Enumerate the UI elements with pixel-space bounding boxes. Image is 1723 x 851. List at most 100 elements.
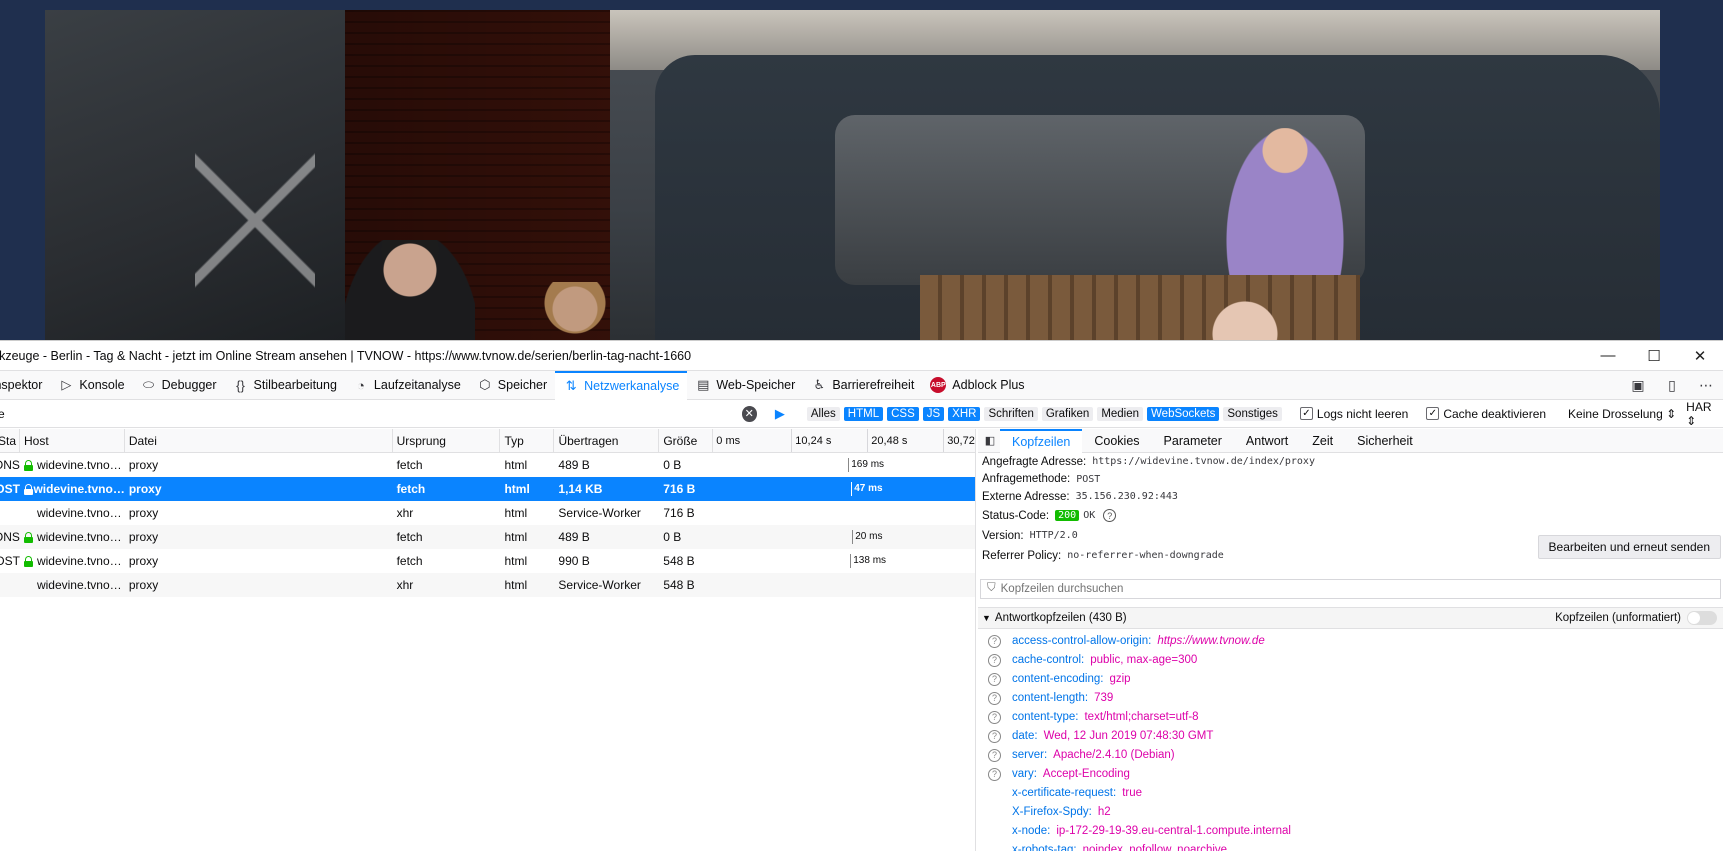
header-row[interactable]: ? x-node: ip-172-29-19-39.eu-central-1.com… — [978, 822, 1723, 841]
type-filter-js[interactable]: JS — [922, 406, 945, 421]
throttle-select[interactable]: Keine Drosselung ⇕ — [1568, 407, 1676, 421]
cell-file-text: proxy — [128, 530, 159, 544]
dock-icon[interactable]: ▣ — [1621, 377, 1655, 394]
headers-search-input[interactable]: ⛉ Kopfzeilen durchsuchen — [980, 578, 1721, 599]
close-button[interactable]: ✕ — [1677, 341, 1723, 371]
tool-tab-konsole[interactable]: ▷ Konsole — [50, 371, 132, 400]
table-row[interactable]: POST widevine.tvno… proxy fetch html 990 B 548… — [0, 549, 975, 573]
check-icon: ✓ — [1299, 407, 1313, 420]
cell-host-text: widevine.tvno… — [33, 482, 125, 496]
type-filter-html[interactable]: HTML — [843, 406, 884, 421]
details-tab-cookies[interactable]: Cookies — [1082, 429, 1151, 453]
help-icon[interactable]: ? — [988, 767, 1001, 781]
tool-tab-laufzeitanalyse[interactable]: ◔ Laufzeitanalyse — [345, 371, 469, 400]
col-status[interactable]: Sta — [0, 429, 20, 452]
details-tab-antwort[interactable]: Antwort — [1234, 429, 1300, 453]
help-icon[interactable]: ? — [988, 748, 1001, 762]
type-filter-medien[interactable]: Medien — [1097, 406, 1144, 421]
type-filters: Alles HTML CSS JS XHR Schriften Grafiken Medien… — [806, 406, 1282, 421]
help-icon[interactable]: ? — [1103, 509, 1117, 522]
header-row[interactable]: ? access-control-allow-origin: https://www… — [978, 632, 1723, 651]
tool-tab-netzwerkanalyse[interactable]: ⇅ Netzwerkanalyse — [555, 370, 688, 400]
cell-status-text: OPTIONS — [0, 458, 20, 472]
help-icon[interactable]: ? — [988, 691, 1001, 705]
clear-filter-icon[interactable]: ✕ — [741, 405, 757, 422]
cell-type: html — [500, 549, 554, 573]
header-value: 739 — [1094, 692, 1114, 704]
cell-origin-text: xhr — [396, 578, 414, 592]
col-file[interactable]: Datei — [125, 429, 393, 452]
tool-tab-web-speicher[interactable]: ▤ Web-Speicher — [687, 371, 803, 400]
raw-headers-toggle[interactable]: Kopfzeilen (unformatiert) — [1555, 610, 1717, 625]
http-version: HTTP/2.0 — [1029, 530, 1078, 541]
tool-tab-stilbearbeitung[interactable]: {} Stilbearbeitung — [225, 371, 345, 400]
type-filter-schriften[interactable]: Schriften — [984, 406, 1038, 421]
table-row[interactable]: widevine.tvno… proxy xhr html Service-Worker… — [0, 573, 975, 597]
type-filter-alles[interactable]: Alles — [806, 406, 840, 421]
help-icon[interactable]: ? — [988, 710, 1001, 724]
table-row[interactable]: OPTIONS widevine.tvno… proxy fetch html 489 B… — [0, 453, 975, 477]
details-tab-parameter[interactable]: Parameter — [1152, 429, 1234, 453]
help-icon[interactable]: ? — [988, 729, 1001, 743]
type-filter-xhr[interactable]: XHR — [948, 406, 981, 421]
play-icon[interactable]: ▶ — [775, 406, 785, 422]
header-row[interactable]: ? cache-control: public, max-age=300 — [978, 651, 1723, 670]
col-origin[interactable]: Ursprung — [393, 429, 501, 452]
persist-logs-checkbox[interactable]: ✓ Logs nicht leeren — [1299, 407, 1408, 421]
referrer-policy: no-referrer-when-downgrade — [1067, 550, 1224, 561]
col-size[interactable]: Größe — [659, 429, 714, 452]
col-waterfall[interactable]: 0 ms 10,24 s 20,48 s 30,72 s — [713, 429, 975, 452]
col-type[interactable]: Typ — [500, 429, 555, 452]
header-value: h2 — [1097, 806, 1111, 818]
type-filter-sonstiges[interactable]: Sonstiges — [1223, 406, 1282, 421]
tool-tab-inspektor[interactable]: ⬚Inspektor — [0, 371, 50, 400]
edit-resend-button[interactable]: Bearbeiten und erneut senden — [1537, 535, 1721, 559]
url-filter-input[interactable] — [0, 406, 738, 421]
help-icon[interactable]: ? — [988, 653, 1001, 667]
header-row[interactable]: ? vary: Accept-Encoding — [978, 765, 1723, 784]
response-headers-section[interactable]: ▼ Antwortkopfzeilen (430 B) Kopfzeilen (… — [978, 606, 1723, 629]
details-tab-sicherheit[interactable]: Sicherheit — [1345, 429, 1425, 453]
cell-type: html — [500, 525, 554, 549]
help-icon[interactable]: ? — [988, 672, 1001, 686]
tool-tab-debugger[interactable]: ⬭ Debugger — [133, 371, 225, 400]
maximize-button[interactable]: ☐ — [1631, 341, 1677, 371]
har-menu[interactable]: HAR ⇕ — [1686, 400, 1723, 428]
cell-transferred: 1,14 KB — [554, 477, 659, 501]
type-filter-css[interactable]: CSS — [887, 406, 919, 421]
cell-size-text: 0 B — [663, 458, 682, 472]
tool-tab-speicher[interactable]: ⬡ Speicher — [469, 371, 555, 400]
header-row[interactable]: ? content-type: text/html;charset=utf-8 — [978, 708, 1723, 727]
tool-tab-adblock-plus[interactable]: ABP Adblock Plus — [922, 371, 1032, 400]
help-icon[interactable]: ? — [988, 634, 1001, 648]
col-transferred[interactable]: Übertragen — [554, 429, 660, 452]
table-row[interactable]: POST widevine.tvno…proxy fetch html 1,14 KB 7… — [0, 477, 975, 501]
col-host[interactable]: Host — [20, 429, 125, 452]
header-row[interactable]: ? content-length: 739 — [978, 689, 1723, 708]
header-row[interactable]: ? x-certificate-request: true — [978, 784, 1723, 803]
more-menu-icon[interactable]: ⋯ — [1689, 377, 1723, 394]
table-row[interactable]: widevine.tvno… proxy xhr html Service-Worker… — [0, 501, 975, 525]
video-graffiti — [195, 140, 315, 290]
video-player[interactable] — [45, 10, 1660, 340]
tool-tab-barrierefreiheit[interactable]: ♿ Barrierefreiheit — [803, 371, 922, 400]
type-filter-websockets[interactable]: WebSockets — [1147, 406, 1220, 421]
devtools-titlebar[interactable]: Entwicklerwerkzeuge - Berlin - Tag & Nac… — [0, 341, 1723, 371]
cell-waterfall — [713, 573, 975, 597]
details-tab-zeit[interactable]: Zeit — [1300, 429, 1345, 453]
header-row[interactable]: ? server: Apache/2.4.10 (Debian) — [978, 746, 1723, 765]
header-row[interactable]: ? content-encoding: gzip — [978, 670, 1723, 689]
minimize-button[interactable]: — — [1585, 341, 1631, 371]
details-tab-kopfzeilen[interactable]: Kopfzeilen — [1000, 428, 1083, 453]
cell-size-text: 548 B — [663, 554, 695, 568]
request-table-header: Sta Host Datei Ursprung Typ Übertragen G… — [0, 429, 975, 453]
responsive-icon[interactable]: ▯ — [1655, 377, 1689, 394]
disable-cache-checkbox[interactable]: ✓ Cache deaktivieren — [1426, 407, 1546, 421]
type-filter-grafiken[interactable]: Grafiken — [1041, 406, 1094, 421]
header-row[interactable]: ? X-Firefox-Spdy: h2 — [978, 803, 1723, 822]
toggle-panel-icon[interactable]: ◧ — [980, 434, 1000, 447]
header-row[interactable]: ? x-robots-tag: noindex, nofollow, noarchi… — [978, 841, 1723, 851]
cell-origin: fetch — [393, 549, 501, 573]
header-row[interactable]: ? date: Wed, 12 Jun 2019 07:48:30 GMT — [978, 727, 1723, 746]
table-row[interactable]: OPTIONS widevine.tvno… proxy fetch html 489 B… — [0, 525, 975, 549]
